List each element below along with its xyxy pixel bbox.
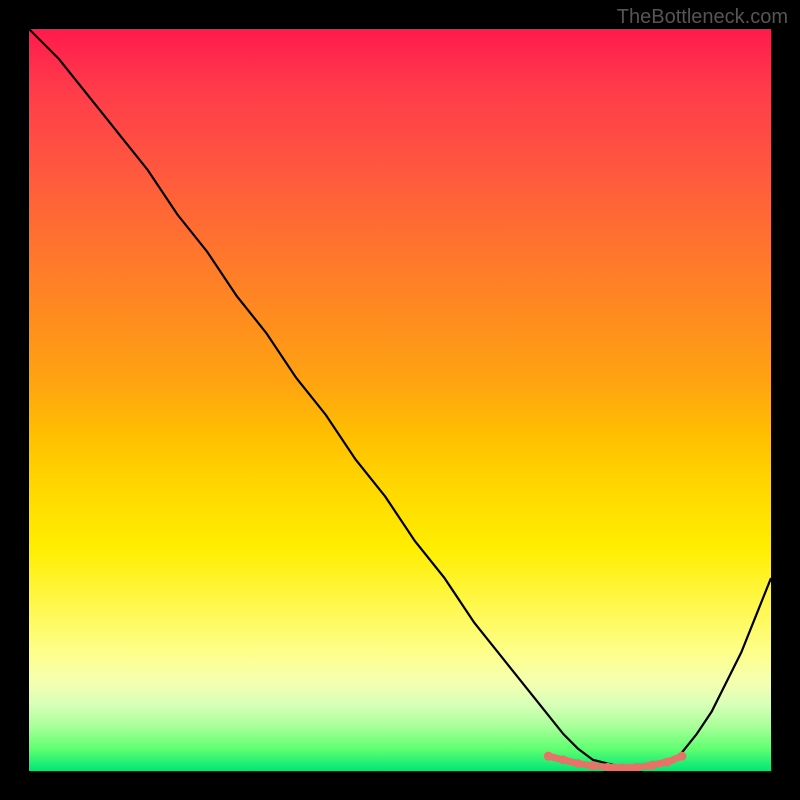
chart-plot-area bbox=[29, 29, 771, 771]
watermark-text: TheBottleneck.com bbox=[617, 6, 788, 29]
marker-dot bbox=[663, 758, 672, 767]
marker-dot bbox=[574, 759, 583, 768]
marker-dot bbox=[588, 761, 597, 770]
marker-dot bbox=[544, 752, 553, 761]
flat-region-marker-line bbox=[548, 756, 682, 768]
chart-svg bbox=[29, 29, 771, 771]
bottleneck-curve-line bbox=[29, 29, 771, 769]
marker-dot bbox=[559, 755, 568, 764]
marker-dot bbox=[677, 752, 686, 761]
marker-dot bbox=[648, 761, 657, 770]
